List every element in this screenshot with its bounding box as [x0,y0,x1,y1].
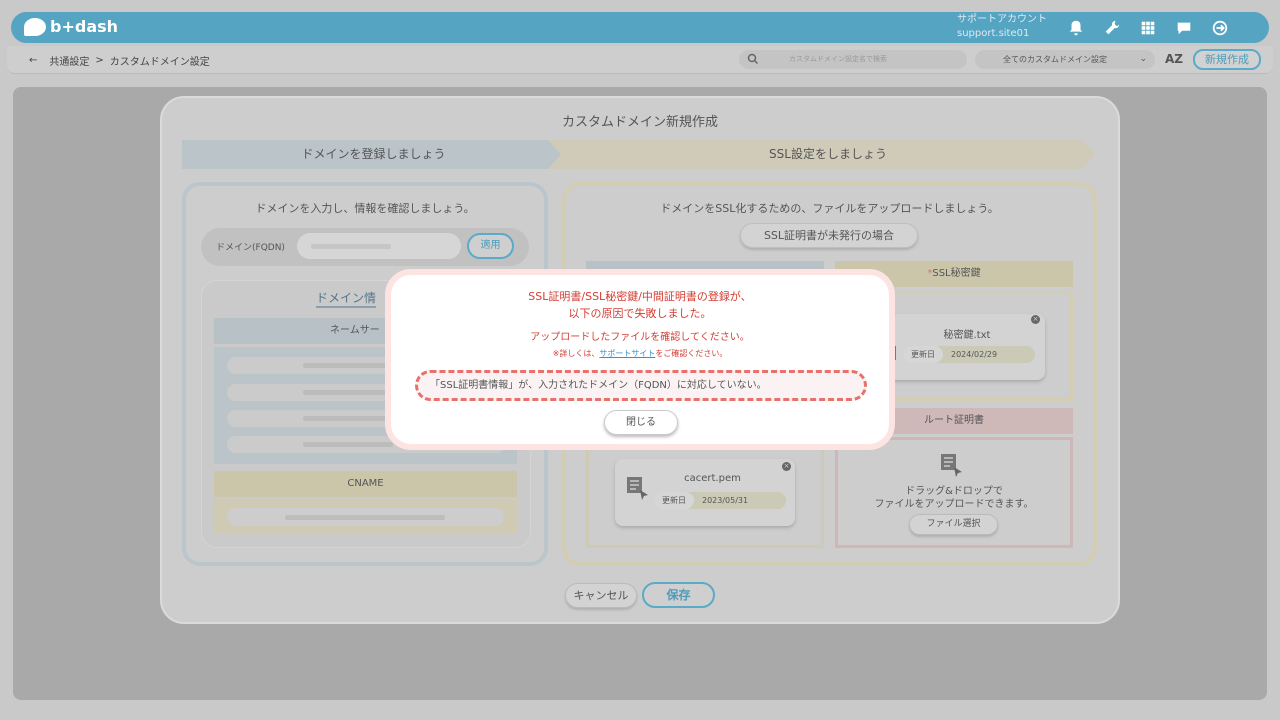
close-button[interactable]: 閉じる [604,410,678,435]
ssl-unissued-button[interactable]: SSL証明書が未発行の場合 [740,223,918,248]
back-arrow-icon[interactable]: ← [29,55,37,66]
fqdn-label: ドメイン(FQDN) [216,243,285,253]
chat-icon[interactable] [1174,18,1194,38]
note-prefix: ※詳しくは、 [552,349,600,358]
intermediate-file-date: 更新日 2023/05/31 [654,492,786,509]
ssl-key-header-label: SSL秘密鍵 [932,268,981,279]
brand-name: b+dash [50,17,119,36]
support-site-link[interactable]: サポートサイト [599,349,655,358]
account-label: サポートアカウント [957,14,1047,25]
search-icon [747,53,759,65]
new-button[interactable]: 新規作成 [1193,49,1261,70]
file-select-button[interactable]: ファイル選択 [909,514,998,535]
key-file-date-tag: 更新日 [903,346,943,363]
error-title: SSL証明書/SSL秘密鍵/中間証明書の登録が、 以下の原因で失敗しました。 [391,288,889,322]
key-file-date: 更新日 2024/02/29 [903,346,1035,363]
ssl-instruction: ドメインをSSL化するための、ファイルをアップロードしましょう。 [660,202,999,215]
fqdn-input[interactable] [297,233,461,259]
breadcrumb-parent[interactable]: 共通設定 [49,53,89,68]
drop-text-2: ファイルをアップロードできます。 [874,499,1034,510]
header-icons [1066,18,1230,38]
modal-title: カスタムドメイン新規作成 [561,115,718,130]
fqdn-value-redacted [311,244,391,249]
step-1-domain: ドメインを登録しましょう [182,140,565,169]
error-instruction: アップロードしたファイルを確認してください。 [530,332,750,343]
error-note: ※詳しくは、サポートサイトをご確認ください。 [391,348,889,359]
domain-info-title: ドメイン情 [316,289,377,308]
key-file-date-value: 2024/02/29 [951,350,998,359]
breadcrumb-separator: > [95,55,104,66]
account-info[interactable]: サポートアカウント support.site01 [957,13,1047,41]
breadcrumb: ← 共通設定 > カスタムドメイン設定 [29,53,210,68]
account-site: support.site01 [957,28,1030,39]
remove-key-file-icon[interactable]: × [1031,315,1040,324]
wrench-icon[interactable] [1102,18,1122,38]
drop-instruction: ドラッグ&ドロップでファイルをアップロードできます。 [835,485,1073,511]
cname-value [214,500,517,534]
filter-value: 全てのカスタムドメイン設定 [1003,55,1107,64]
logo-bubble-icon [24,17,46,36]
search-placeholder: カスタムドメイン設定名で検索 [789,55,887,63]
cname-header: CNAME [214,471,517,497]
domain-instruction: ドメインを入力し、情報を確認しましょう。 [255,202,475,215]
note-suffix: をご確認ください。 [655,349,728,358]
cancel-button[interactable]: キャンセル [565,583,637,608]
sort-az-button[interactable]: AZ [1165,52,1183,66]
error-reason: 「SSL証明書情報」が、入力されたドメイン（FQDN）に対応していない。 [415,370,867,401]
document-icon [627,477,648,500]
grid-icon[interactable] [1138,18,1158,38]
breadcrumb-current: カスタムドメイン設定 [109,57,210,68]
logout-icon[interactable] [1210,18,1230,38]
bell-icon[interactable] [1066,18,1086,38]
step-2-ssl: SSL設定をしましょう [548,140,1095,169]
error-title-line-2: 以下の原因で失敗しました。 [568,307,712,320]
key-file-name: 秘密鍵.txt [943,330,991,341]
apply-button[interactable]: 適用 [467,233,514,259]
search-input[interactable]: カスタムドメイン設定名で検索 [739,50,967,69]
intermediate-file-date-tag: 更新日 [654,492,694,509]
intermediate-file-date-value: 2023/05/31 [702,496,749,505]
filter-select[interactable]: 全てのカスタムドメイン設定 ⌄ [975,50,1155,69]
chevron-down-icon: ⌄ [1139,54,1147,64]
brand-logo[interactable]: b+dash [24,17,118,36]
error-title-line-1: SSL証明書/SSL秘密鍵/中間証明書の登録が、 [528,290,752,303]
drop-text-1: ドラッグ&ドロップで [905,486,1003,497]
error-dialog: SSL証明書/SSL秘密鍵/中間証明書の登録が、 以下の原因で失敗しました。 ア… [385,269,895,450]
upload-document-icon [941,454,962,477]
remove-intermediate-file-icon[interactable]: × [782,462,791,471]
save-button[interactable]: 保存 [642,582,715,608]
intermediate-file-name: cacert.pem [684,473,741,484]
